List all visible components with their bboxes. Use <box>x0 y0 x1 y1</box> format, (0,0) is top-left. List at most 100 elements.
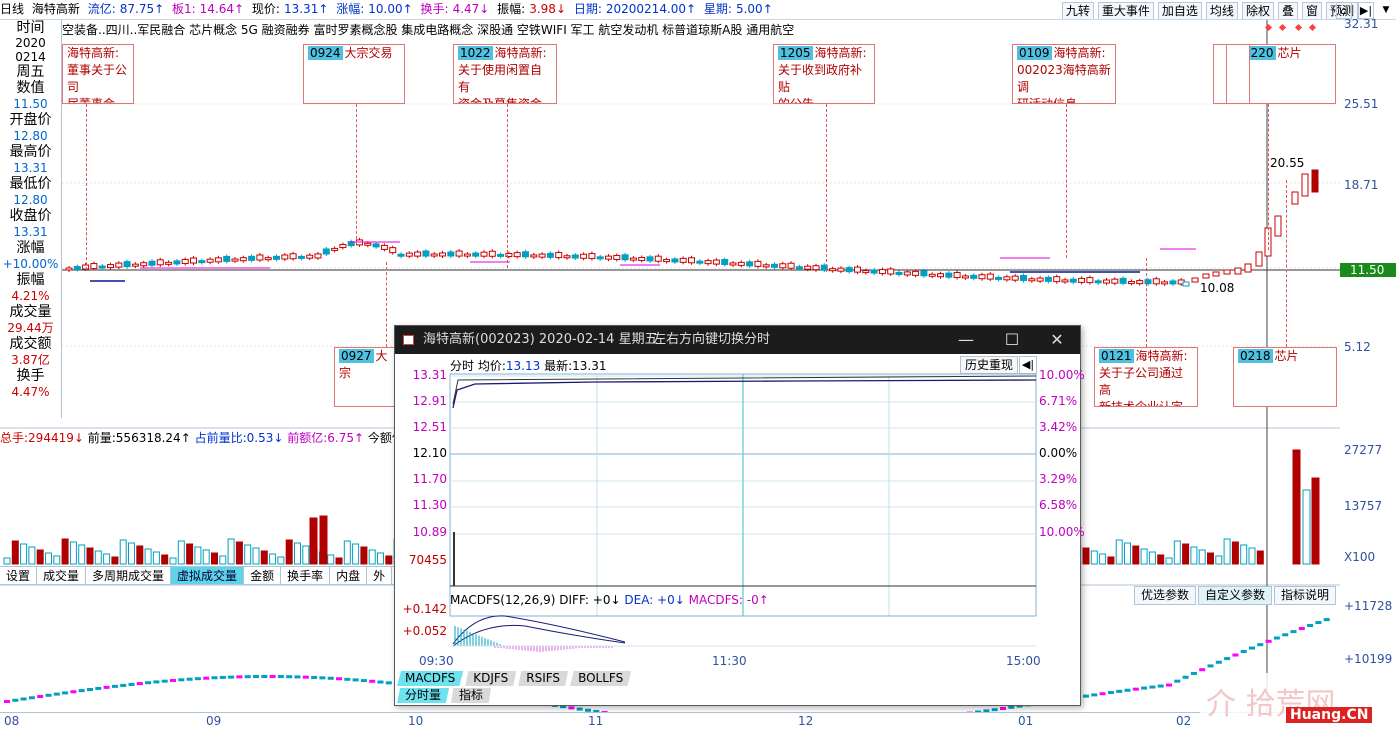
dropdown-icon[interactable]: ▼ <box>1380 2 1392 19</box>
minimize-button[interactable]: — <box>943 326 989 354</box>
indicator-tab-1[interactable]: 成交量 <box>37 567 87 584</box>
event-box[interactable]: 1205 海特高新: 关于收到政府补贴 的公告 <box>773 44 875 104</box>
event-box[interactable]: 1022 海特高新: 关于使用闲置自有 资金及募集资金.. <box>453 44 557 104</box>
indicator-tab-5[interactable]: 换手率 <box>281 567 331 584</box>
volume-bar <box>78 544 86 565</box>
popup-subtab-1[interactable]: 指标 <box>451 688 492 703</box>
event-leader-line <box>1146 258 1147 347</box>
candle <box>762 264 770 268</box>
popup-tab-2[interactable]: RSIFS <box>518 671 569 686</box>
volume-bar <box>219 555 227 565</box>
param-button-0[interactable]: 优选参数 <box>1133 586 1196 605</box>
toolbar-btn-6[interactable]: 窗 <box>1301 2 1322 19</box>
candle <box>190 257 197 264</box>
intraday-pct-tick: 6.58% <box>1039 498 1078 512</box>
toolbar-btn-2[interactable]: 加自选 <box>1157 2 1202 19</box>
volume-bar <box>136 545 144 565</box>
event-text: 海特高新: <box>1135 349 1188 363</box>
dea-val: DEA: +0↓ <box>624 593 685 607</box>
indicator-tab-7[interactable]: 外 <box>367 567 393 584</box>
popup-hint: 左右方向键切换分时 <box>653 332 771 347</box>
date-label: 日期: <box>573 2 602 16</box>
indicator-tab-3[interactable]: 虚拟成交量 <box>171 567 245 584</box>
volume-bar <box>302 545 310 565</box>
indicator-mark <box>78 689 85 693</box>
indicator-mark <box>1182 675 1189 679</box>
event-text: 海特高新: <box>814 46 867 60</box>
prevamt-label: 前额亿: <box>287 431 328 445</box>
toolbar-btn-0[interactable]: 九转 <box>1061 2 1094 19</box>
toolbar-btn-1[interactable]: 重大事件 <box>1097 2 1154 19</box>
volume-bar <box>1099 553 1107 565</box>
candle <box>563 255 571 259</box>
popup-titlebar[interactable]: 海特高新(002023) 2020-02-14 星期五 左右方向键切换分时 — … <box>395 326 1080 354</box>
event-box[interactable]: 0121 海特高新: 关于子公司通过高 新技术企业认定.. <box>1094 347 1198 407</box>
indicator-param-buttons: 优选参数 自定义参数 指标说明 <box>1132 586 1336 605</box>
toolbar-btn-5[interactable]: 叠 <box>1277 2 1298 19</box>
candle <box>530 254 538 258</box>
candle <box>273 255 280 260</box>
candle <box>729 262 737 266</box>
event-box[interactable]: 0927 大宗 <box>334 347 396 407</box>
indicator-mark <box>211 676 218 680</box>
period-label[interactable]: 日线 <box>0 2 24 16</box>
volume-bar <box>227 538 235 565</box>
toolbar-btn-3[interactable]: 均线 <box>1205 2 1238 19</box>
event-box[interactable] <box>1226 44 1250 104</box>
popup-tab-3[interactable]: BOLLFS <box>570 671 632 686</box>
indicator-mark <box>1323 618 1330 622</box>
indicator-mark <box>336 677 342 681</box>
candle <box>264 257 272 261</box>
event-box[interactable]: 海特高新: 董事关于公司届董事会第.. <box>62 44 134 104</box>
toolbar-btn-4[interactable]: 除权 <box>1241 2 1274 19</box>
volume-bar <box>252 547 260 565</box>
indicator-tab-0[interactable]: 设置 <box>0 567 38 584</box>
amplitude-label: 振幅: <box>497 2 526 16</box>
indicator-mark <box>1307 624 1314 628</box>
app-icon <box>403 335 414 345</box>
volume-bar <box>319 515 328 565</box>
param-button-1[interactable]: 自定义参数 <box>1197 586 1272 605</box>
param-button-2[interactable]: 指标说明 <box>1273 586 1336 605</box>
event-box[interactable]: 0109海特高新:002023海特高新调研活动信息2020.. <box>1012 44 1116 104</box>
indicator-mark <box>377 680 384 684</box>
indicator-tab-2[interactable]: 多周期成交量 <box>86 567 172 584</box>
intraday-popup[interactable]: 海特高新(002023) 2020-02-14 星期五 左右方向键切换分时 — … <box>394 325 1085 706</box>
turnover-value: 4.47↓ <box>452 2 490 16</box>
indicator-mark <box>1116 689 1123 693</box>
popup-sub-tabs: 分时量 指标 <box>397 688 493 703</box>
popup-subtab-0[interactable]: 分时量 <box>397 688 450 703</box>
candle <box>1301 173 1309 197</box>
close-button[interactable]: ✕ <box>1034 326 1080 354</box>
indicator-tick: +11728 <box>1344 599 1393 613</box>
volume-bar <box>1182 543 1190 565</box>
x-tick: 12 <box>798 714 814 728</box>
volume-bar <box>1240 544 1248 565</box>
popup-tab-0[interactable]: MACDFS <box>397 671 464 686</box>
candle <box>1127 280 1135 284</box>
intraday-chart[interactable] <box>395 354 1080 669</box>
candle <box>1111 278 1119 284</box>
volume-bar <box>1248 547 1256 565</box>
candle <box>1152 278 1160 285</box>
candle <box>331 247 339 251</box>
indicator-mark <box>1149 685 1156 689</box>
indicator-mark <box>161 679 168 683</box>
event-box[interactable]: 0218 芯片 <box>1233 347 1337 407</box>
maximize-button[interactable]: ☐ <box>989 326 1035 354</box>
indicator-mark <box>12 698 19 702</box>
indicator-mark <box>203 676 210 680</box>
candle <box>605 255 612 260</box>
indicator-tab-4[interactable]: 金额 <box>244 567 282 584</box>
event-box[interactable]: 0924 大宗交易 <box>303 44 405 104</box>
volume-bar <box>36 549 44 565</box>
candle <box>472 252 480 257</box>
candle <box>912 270 920 276</box>
popup-tab-1[interactable]: KDJFS <box>465 671 517 686</box>
event-box[interactable]: 0220 芯片 <box>1236 44 1336 104</box>
indicator-tab-6[interactable]: 内盘 <box>330 567 368 584</box>
candle <box>156 259 164 266</box>
candle <box>1202 273 1210 279</box>
candle <box>1011 275 1019 281</box>
indicator-mark <box>228 675 235 679</box>
